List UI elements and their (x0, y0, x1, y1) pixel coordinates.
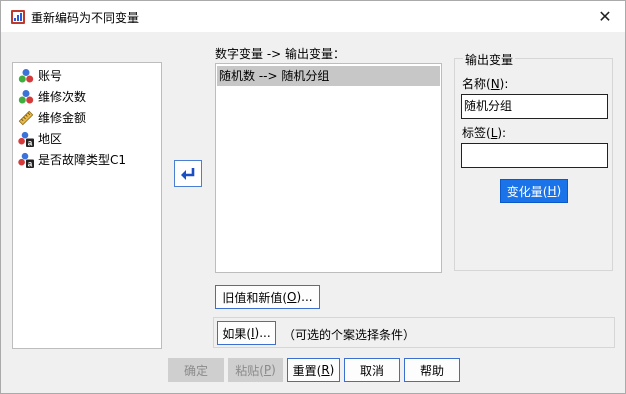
if-condition-note: （可选的个案选择条件） (283, 328, 416, 342)
nominal-variable-icon (18, 68, 34, 84)
if-button[interactable]: 如果(I)... (217, 321, 276, 345)
list-item[interactable]: 账号 (13, 65, 161, 86)
window-title: 重新编码为不同变量 (31, 11, 140, 25)
scale-variable-icon (18, 110, 34, 126)
variable-name: 地区 (38, 132, 63, 146)
reset-button[interactable]: 重置(R) (287, 358, 340, 382)
tag-input[interactable] (461, 143, 608, 168)
list-item[interactable]: 维修次数 (13, 86, 161, 107)
app-icon (11, 10, 25, 24)
nominal-string-variable-icon: a (18, 131, 34, 147)
variable-name: 是否故障类型C1 (38, 153, 127, 167)
tag-label: 标签(L): (462, 126, 507, 140)
variable-name: 维修金额 (38, 111, 87, 125)
cancel-button[interactable]: 取消 (344, 358, 400, 382)
nominal-variable-icon (18, 89, 34, 105)
list-item[interactable]: a 是否故障类型C1 (13, 149, 161, 170)
change-button[interactable]: 变化量(H) (500, 179, 568, 203)
mapping-list-label: 数字变量 -> 输出变量： (215, 47, 346, 61)
source-variable-list[interactable]: 账号维修次数维修金额 a 地区 a 是否故障类型C1 (12, 62, 162, 349)
title-bar: 重新编码为不同变量 ✕ (1, 1, 625, 32)
name-label: 名称(N): (462, 77, 509, 91)
list-item[interactable]: a 地区 (13, 128, 161, 149)
recode-dialog: 重新编码为不同变量 ✕ 账号维修次数维修金额 a 地区 a 是否故障类型C1 数字变量 … (0, 0, 626, 394)
return-arrow-icon (181, 167, 195, 180)
svg-text:a: a (28, 159, 33, 168)
variable-name: 维修次数 (38, 90, 87, 104)
list-item[interactable]: 维修金额 (13, 107, 161, 128)
move-variable-button[interactable] (174, 160, 202, 187)
nominal-string-variable-icon: a (18, 152, 34, 168)
variable-name: 账号 (38, 69, 63, 83)
name-input[interactable]: 随机分组 (461, 94, 608, 119)
paste-button[interactable]: 粘贴(P) (228, 358, 283, 382)
svg-text:a: a (28, 138, 33, 147)
output-variable-group-title: 输出变量 (463, 51, 516, 68)
help-button[interactable]: 帮助 (404, 358, 460, 382)
close-icon[interactable]: ✕ (585, 1, 625, 32)
old-new-values-button[interactable]: 旧值和新值(O)... (215, 285, 320, 309)
mapping-list[interactable]: 随机数 --> 随机分组 (215, 63, 442, 273)
mapping-item[interactable]: 随机数 --> 随机分组 (217, 66, 440, 86)
ok-button[interactable]: 确定 (168, 358, 224, 382)
